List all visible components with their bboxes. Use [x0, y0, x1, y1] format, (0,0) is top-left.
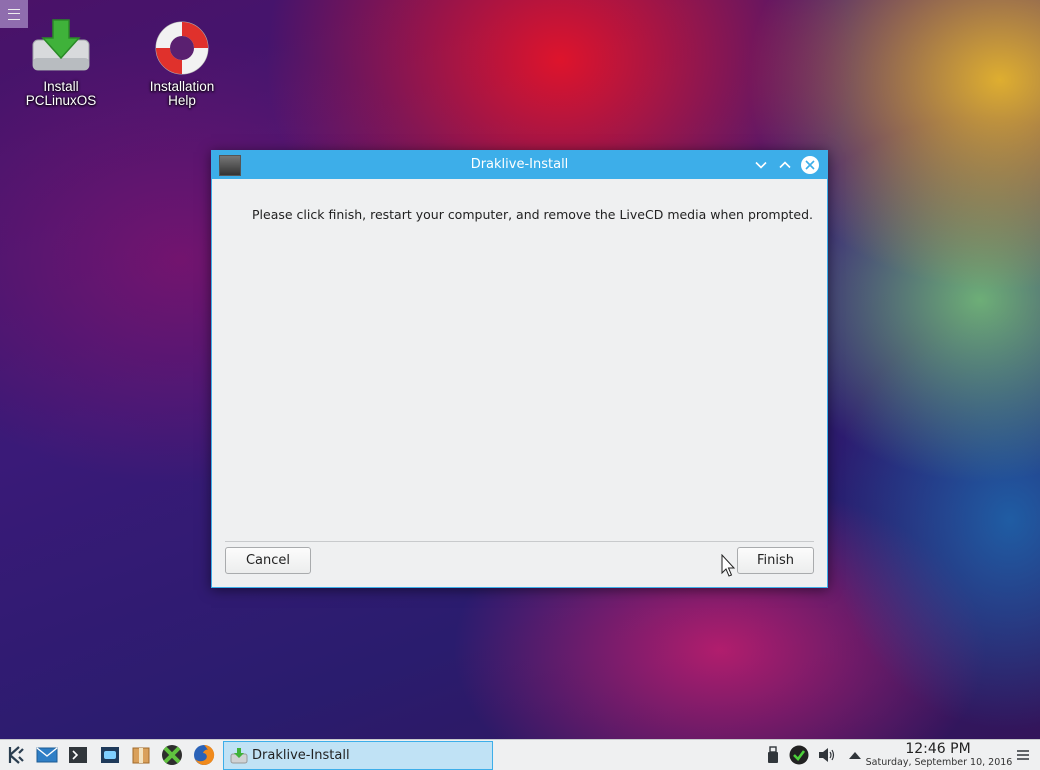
hamburger-icon	[1017, 750, 1029, 760]
application-launcher-button[interactable]	[5, 744, 27, 766]
firefox-icon	[194, 744, 215, 765]
checkmark-icon	[789, 745, 809, 765]
icon-label: Installation	[149, 79, 215, 94]
install-drive-icon	[230, 748, 248, 764]
close-button[interactable]	[801, 156, 819, 174]
system-settings-icon	[101, 747, 119, 763]
triangle-up-icon	[849, 752, 861, 759]
icon-label: Help	[168, 93, 196, 108]
taskbar: Draklive-Install 12:46 PM Saturday, Sept…	[0, 739, 1040, 770]
kde-logo-icon	[8, 746, 24, 764]
launcher-terminal[interactable]	[67, 744, 89, 766]
clock-time[interactable]: 12:46 PM	[870, 741, 1006, 757]
dialog-message: Please click finish, restart your comput…	[252, 207, 814, 222]
launcher-settings[interactable]	[99, 744, 121, 766]
finish-button[interactable]: Finish	[737, 547, 814, 574]
mail-icon	[36, 747, 58, 763]
launcher-control-center[interactable]	[161, 744, 183, 766]
desktop-icon-install-pclinuxos[interactable]: Install PCLinuxOS	[11, 18, 111, 108]
cancel-button[interactable]: Cancel	[225, 547, 311, 574]
window-title: Draklive-Install	[470, 157, 569, 172]
speaker-icon	[819, 748, 835, 762]
launcher-package-manager[interactable]	[130, 744, 152, 766]
panel-menu-button[interactable]	[1013, 745, 1033, 765]
tray-removable-devices[interactable]	[763, 745, 783, 765]
control-center-icon	[162, 745, 182, 765]
icon-label: Install	[43, 79, 79, 94]
maximize-button[interactable]	[776, 156, 794, 174]
tray-updates[interactable]	[789, 745, 809, 765]
mouse-cursor-icon	[721, 554, 736, 577]
window-titlebar[interactable]: Draklive-Install	[212, 151, 827, 179]
clock-date[interactable]: Saturday, September 10, 2016	[862, 757, 1016, 768]
package-box-icon	[132, 747, 150, 764]
launcher-firefox[interactable]	[193, 744, 215, 766]
install-drive-icon	[32, 19, 90, 71]
chevron-down-icon	[755, 161, 767, 169]
task-draklive-install[interactable]: Draklive-Install	[223, 741, 493, 770]
launcher-mail[interactable]	[36, 744, 58, 766]
lifebuoy-icon	[155, 21, 209, 75]
terminal-icon	[69, 747, 87, 763]
tray-volume[interactable]	[817, 745, 837, 765]
chevron-up-icon	[779, 161, 791, 169]
close-icon	[805, 160, 815, 170]
icon-label: PCLinuxOS	[25, 93, 97, 108]
task-label: Draklive-Install	[252, 748, 350, 763]
button-separator	[225, 541, 814, 542]
desktop-icon-installation-help[interactable]: Installation Help	[132, 18, 232, 108]
usb-drive-icon	[768, 746, 778, 763]
draklive-install-window: Draklive-Install Please click finish, re…	[211, 150, 828, 588]
minimize-button[interactable]	[752, 156, 770, 174]
